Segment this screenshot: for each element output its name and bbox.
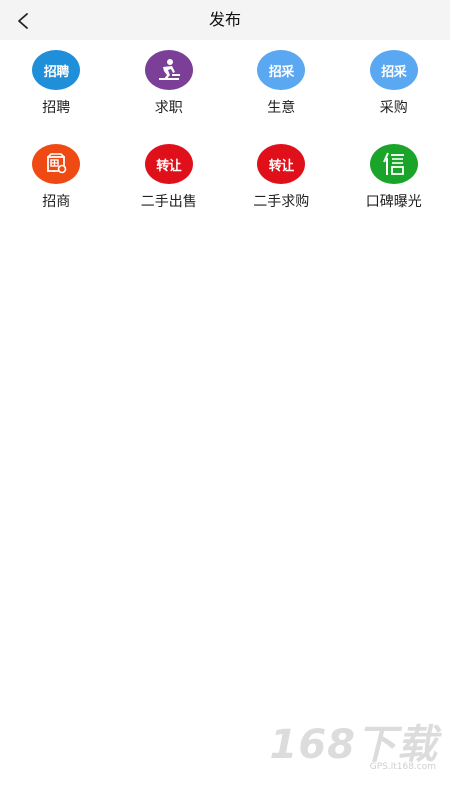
category-label: 生意 bbox=[267, 100, 296, 116]
recruit-icon: 招聘 bbox=[32, 50, 81, 90]
transfer-sell-icon-text: 转让 bbox=[156, 158, 182, 174]
category-label: 求职 bbox=[154, 100, 183, 116]
category-label: 采购 bbox=[379, 100, 408, 116]
transfer-buy-icon-text: 转让 bbox=[268, 158, 295, 174]
business-icon: 招采 bbox=[257, 50, 306, 90]
category-label: 招商 bbox=[42, 194, 71, 210]
worker-icon bbox=[144, 50, 193, 90]
category-label: 二手求购 bbox=[253, 194, 310, 210]
shop-icon bbox=[32, 144, 81, 184]
transfer-buy-icon: 转让 bbox=[257, 144, 306, 184]
category-business[interactable]: 招采 生意 bbox=[225, 50, 338, 120]
purchase-icon-text: 招采 bbox=[381, 64, 407, 80]
watermark-url: GPS.lt168.com bbox=[369, 762, 436, 772]
top-bar: 发布 bbox=[0, 0, 450, 40]
category-job-seeking[interactable]: 求职 bbox=[113, 50, 226, 120]
reputation-icon bbox=[369, 144, 418, 184]
category-label: 二手出售 bbox=[140, 194, 197, 210]
watermark-logo: 168下载 GPS.lt168.com bbox=[248, 712, 438, 772]
publish-category-grid: 招聘 招聘 求职 招采 生意 招采 采购 招商 转让 二手出售 转让 二手求购 … bbox=[0, 50, 450, 214]
category-second-hand-sell[interactable]: 转让 二手出售 bbox=[113, 144, 226, 214]
category-reputation-exposure[interactable]: 口碑曝光 bbox=[338, 144, 450, 214]
category-label: 口碑曝光 bbox=[365, 194, 422, 210]
category-label: 招聘 bbox=[42, 100, 71, 116]
category-purchase[interactable]: 招采 采购 bbox=[338, 50, 450, 120]
recruit-icon-text: 招聘 bbox=[43, 64, 70, 80]
purchase-icon: 招采 bbox=[369, 50, 418, 90]
category-investment[interactable]: 招商 bbox=[0, 144, 113, 214]
page-title: 发布 bbox=[208, 10, 241, 29]
category-recruit[interactable]: 招聘 招聘 bbox=[0, 50, 113, 120]
business-icon-text: 招采 bbox=[268, 64, 295, 80]
category-second-hand-buy[interactable]: 转让 二手求购 bbox=[225, 144, 338, 214]
transfer-sell-icon: 转让 bbox=[144, 144, 193, 184]
